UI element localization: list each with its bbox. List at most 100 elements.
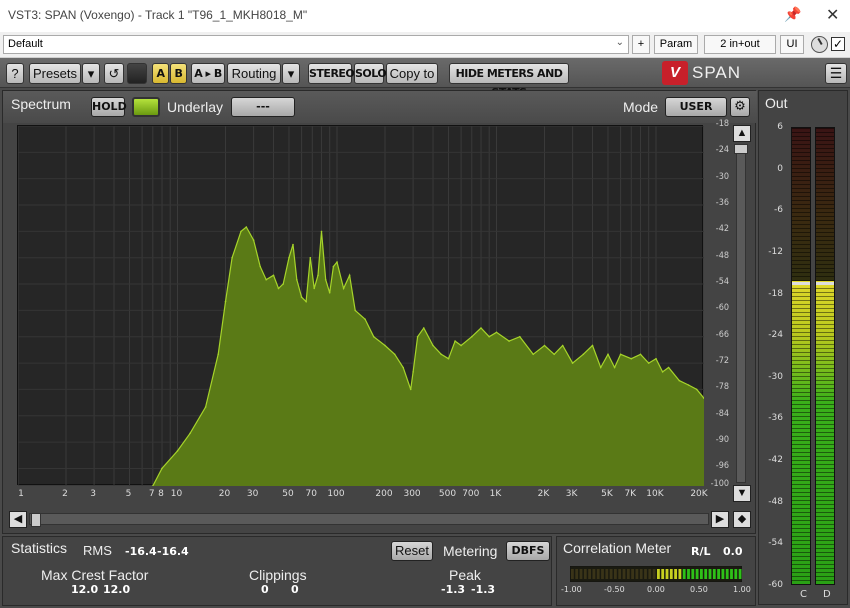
meter-segment [792,192,810,193]
hscroll-track[interactable] [29,513,709,525]
meter-segment [792,304,810,305]
metering-select[interactable]: DBFS [506,541,550,561]
meter-segment [816,584,834,585]
meter-segment [792,260,810,261]
pin-icon[interactable]: 📌 [784,6,801,23]
close-icon[interactable]: ✕ [826,5,839,25]
statistics-title: Statistics [11,540,68,556]
meter-segment [816,368,834,369]
meter-segment [792,568,810,569]
meter-segment [816,176,834,177]
scroll-up-button[interactable]: ▲ [733,125,751,142]
correlation-segment-17 [644,569,647,579]
presets-button[interactable]: Presets [29,63,81,84]
spectrum-point-27 [332,265,335,268]
correlation-segment-13 [626,569,630,579]
meter-segment [816,248,834,249]
spectrum-point-34 [384,344,386,347]
vertical-scrollbar[interactable]: ▲ ▼ [732,125,752,505]
scroll-left-button[interactable]: ◀ [9,511,27,528]
hold-button[interactable]: HOLD [91,97,127,117]
meter-segment [792,416,810,417]
spectrum-point-64 [639,353,642,356]
meter-segment [816,532,834,533]
meter-segment [816,348,834,349]
add-preset-button[interactable]: + [632,35,650,54]
meter-segment [816,236,834,237]
correlation-segment-25 [678,569,682,579]
io-config-button[interactable]: 2 in+out [704,35,776,54]
preset-select[interactable]: Default ⌄ [3,35,629,54]
meter-segment [792,336,810,337]
meter-segment [816,380,834,381]
spectrum-plot[interactable] [17,125,705,487]
meter-segment [816,140,834,141]
ui-button[interactable]: UI [780,35,804,54]
wet-knob[interactable] [811,36,828,53]
help-button[interactable]: ? [6,63,24,84]
meter-segment [792,576,810,577]
mode-select[interactable]: USER [665,97,727,117]
vscroll-thumb[interactable] [734,144,748,154]
zoom-reset-button[interactable]: ◆ [733,511,751,528]
scroll-right-button[interactable]: ▶ [711,511,729,528]
routing-button[interactable]: Routing [227,63,281,84]
scroll-down-button[interactable]: ▼ [733,485,751,502]
a-button[interactable]: A [152,63,169,84]
meter-segment [792,488,810,489]
meter-segment [792,404,810,405]
reset-button[interactable]: Reset [391,541,433,561]
hold-led[interactable] [132,97,160,117]
meter-segment [816,196,834,197]
b-button[interactable]: B [170,63,187,84]
out-tick-label: -6 [774,205,783,216]
copy-to-button[interactable]: Copy to [386,63,438,84]
stereo-button[interactable]: STEREO [308,63,355,84]
routing-dropdown-button[interactable]: ▾ [282,63,300,84]
param-button[interactable]: Param [654,35,698,54]
meter-segment [816,440,834,441]
bypass-checkbox[interactable]: ✓ [831,37,845,51]
meter-segment [792,504,810,505]
peak-right-value: -1.3 [471,583,496,596]
spectrum-point-47 [480,327,482,329]
x-tick-label: 2K [537,489,550,499]
a-to-b-button[interactable]: A ▸ B [191,63,225,84]
undo-button[interactable]: ↺ [104,63,124,84]
gear-icon[interactable]: ⚙ [730,97,750,117]
meter-segment [792,324,810,325]
meter-segment [816,260,834,261]
x-tick-label: 1K [489,489,502,499]
vscroll-track[interactable] [736,145,746,483]
meter-segment [816,344,834,345]
horizontal-scrollbar[interactable]: ◀ ▶ ◆ [9,511,751,529]
meter-segment [792,132,810,133]
presets-dropdown-button[interactable]: ▾ [82,63,100,84]
x-tick-label: 5K [601,489,613,499]
meter-segment [792,268,810,269]
meter-segment [792,372,810,373]
spectrum-point-25 [324,278,327,281]
redo-button[interactable] [127,63,147,84]
meter-segment [792,444,810,445]
spectrum-point-19 [300,296,303,298]
spectrum-point-10 [252,239,255,241]
hide-meters-button[interactable]: HIDE METERS AND STATS [449,63,569,99]
meter-segment [792,276,810,277]
meter-segment [816,184,834,185]
hscroll-thumb[interactable] [31,513,41,527]
x-tick-label: 200 [375,489,393,499]
spectrum-point-24 [320,230,323,233]
out-tick-label: -36 [768,413,783,424]
meter-segment [816,444,834,445]
meter-segment [792,464,810,465]
meter-segment [816,472,834,473]
meter-segment [792,400,810,401]
solo-button[interactable]: SOLO [354,63,387,84]
meter-segment [792,160,810,161]
underlay-select[interactable]: --- [231,97,295,117]
meter-segment [792,496,810,497]
spectrum-point-38 [412,371,414,373]
meter-segment [792,340,810,341]
menu-icon[interactable]: ☰ [825,63,847,84]
